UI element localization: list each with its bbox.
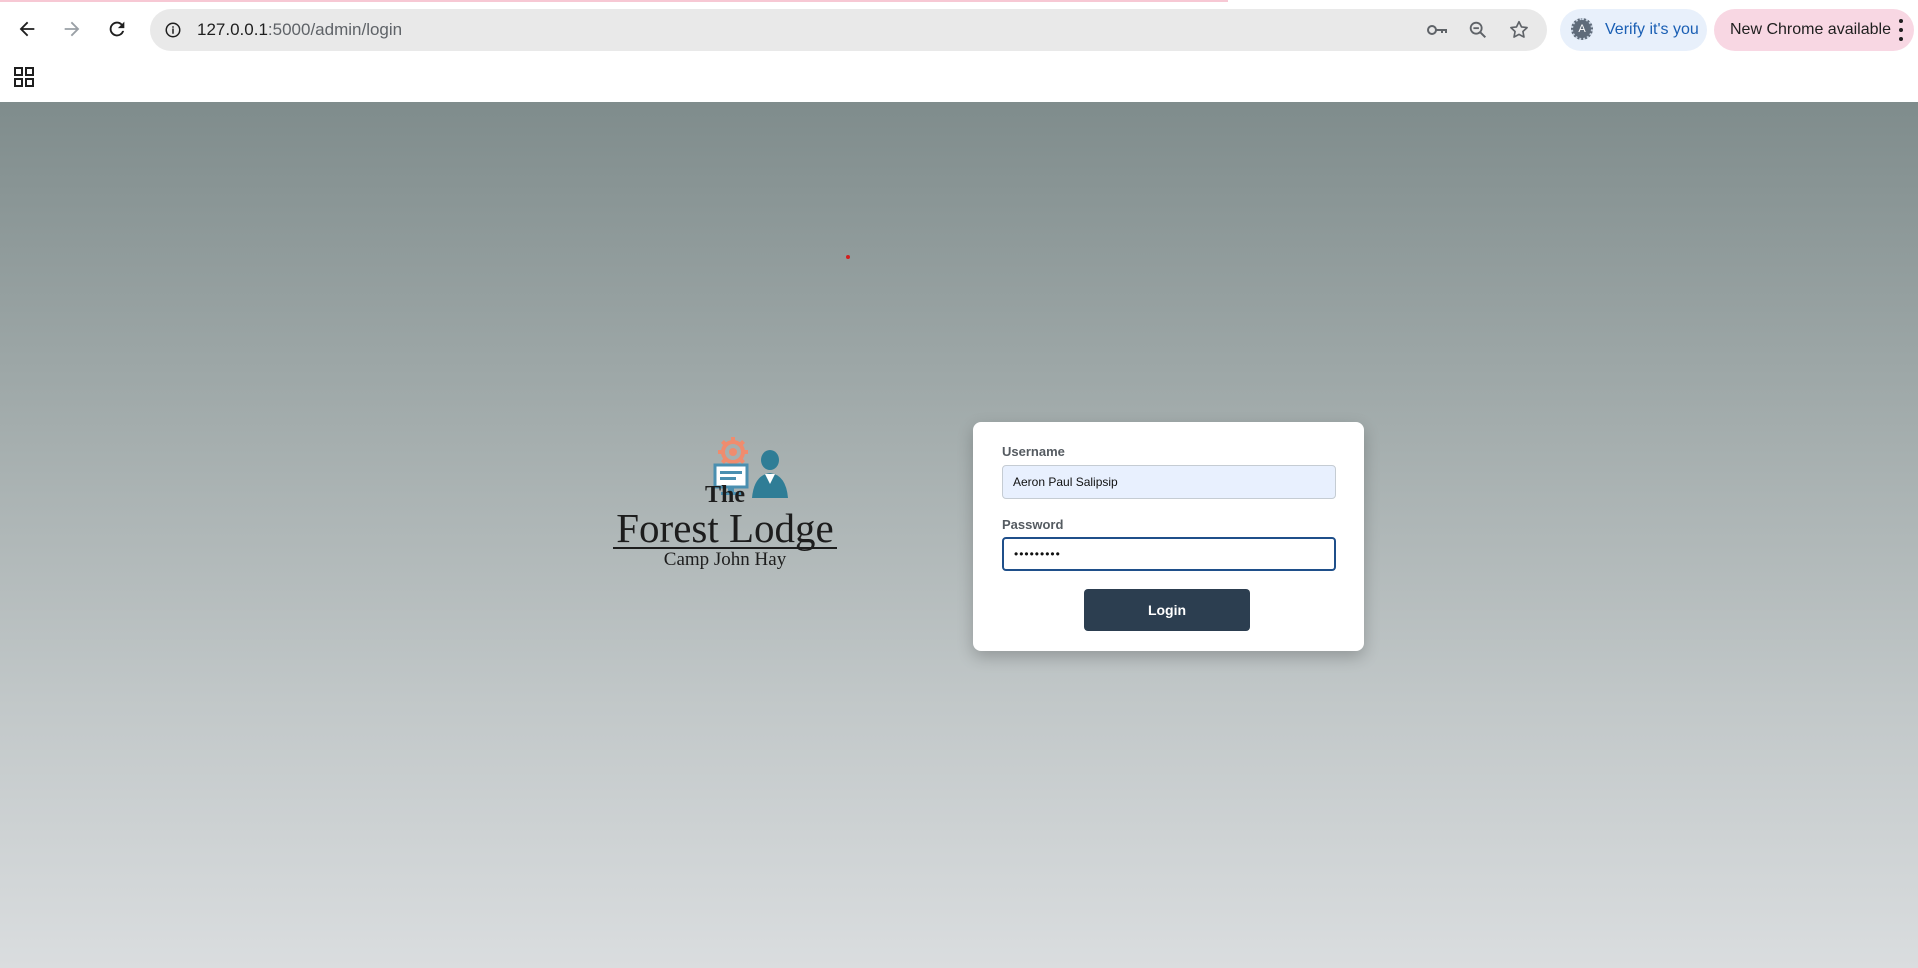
page-load-indicator bbox=[0, 0, 1228, 2]
username-label: Username bbox=[1002, 444, 1065, 459]
reload-button[interactable] bbox=[100, 12, 134, 46]
more-vert-icon[interactable] bbox=[1896, 19, 1906, 41]
verify-identity-chip[interactable]: A Verify it's you bbox=[1560, 9, 1707, 51]
password-key-button[interactable] bbox=[1425, 18, 1449, 42]
cursor-marker bbox=[846, 255, 850, 259]
logo-title: Forest Lodge bbox=[616, 505, 834, 551]
forest-lodge-logo: The Forest Lodge Camp John Hay bbox=[607, 432, 843, 570]
login-button[interactable]: Login bbox=[1084, 589, 1250, 631]
site-info-button[interactable] bbox=[160, 17, 186, 43]
page-viewport: The Forest Lodge Camp John Hay Username … bbox=[0, 102, 1918, 968]
back-button[interactable] bbox=[10, 12, 44, 46]
login-form: Username Password Login bbox=[973, 422, 1364, 651]
logo-subtitle: Camp John Hay bbox=[663, 549, 787, 570]
reload-icon bbox=[109, 21, 125, 37]
verify-label: Verify it's you bbox=[1605, 21, 1699, 38]
apps-grid-icon[interactable] bbox=[12, 65, 36, 89]
profile-avatar: A bbox=[1571, 18, 1593, 40]
forward-button[interactable] bbox=[55, 12, 89, 46]
address-bar[interactable]: 127.0.0.1:5000/admin/login bbox=[150, 9, 1547, 51]
url-text[interactable]: 127.0.0.1:5000/admin/login bbox=[197, 9, 402, 51]
url-path: :5000/admin/login bbox=[267, 20, 403, 39]
bookmarks-bar bbox=[0, 60, 1918, 102]
username-input[interactable] bbox=[1002, 465, 1336, 499]
bookmark-star-icon bbox=[1510, 20, 1528, 38]
zoom-icon bbox=[1469, 21, 1487, 39]
password-label: Password bbox=[1002, 517, 1064, 532]
password-input[interactable] bbox=[1002, 537, 1336, 571]
back-arrow-icon bbox=[19, 21, 35, 37]
site-info-icon bbox=[165, 22, 181, 38]
chrome-update-chip[interactable]: New Chrome available bbox=[1714, 9, 1914, 51]
zoom-button[interactable] bbox=[1466, 18, 1490, 42]
forward-arrow-icon bbox=[64, 21, 80, 37]
password-key-icon bbox=[1427, 25, 1447, 35]
update-label: New Chrome available bbox=[1730, 21, 1891, 38]
bookmark-star-button[interactable] bbox=[1507, 18, 1531, 42]
url-host: 127.0.0.1 bbox=[197, 20, 268, 39]
browser-toolbar: 127.0.0.1:5000/admin/login A Verify it's… bbox=[0, 0, 1918, 60]
